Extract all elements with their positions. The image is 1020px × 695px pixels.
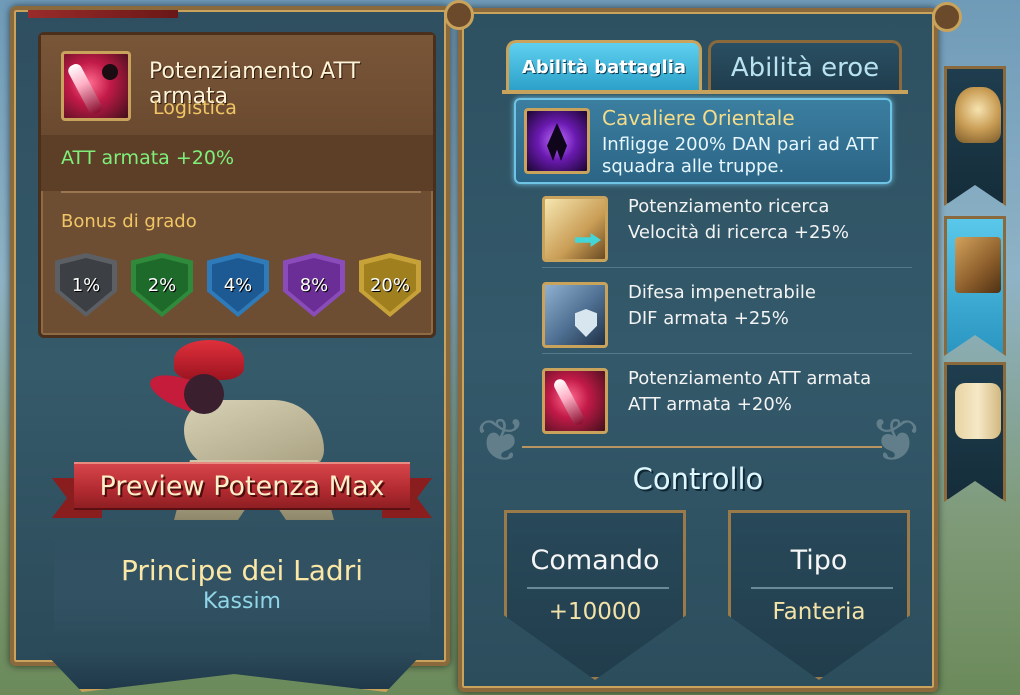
tab-battle-skills[interactable]: Abilità battaglia [506,40,702,92]
skill-row-name: Difesa impenetrabile [628,282,816,303]
skill-effect: ATT armata +20% [61,147,234,169]
tab-label: Abilità battaglia [521,57,687,78]
book-icon [542,196,608,262]
skill-effect-row: ATT armata +20% [41,135,433,191]
rank-shield-green: 2% [131,253,193,317]
skill-row[interactable]: Potenziamento ricerca Velocità di ricerc… [542,190,912,268]
panel-top-strip [28,10,178,18]
divider [61,191,421,193]
tab-underline [502,90,908,94]
rank-value: 2% [136,258,188,312]
panel-bottom-tail [44,652,424,692]
control-title: Controllo [632,462,764,496]
stat-value: Fanteria [772,599,866,625]
hero-title-box: Principe dei Ladri Kassim [54,540,430,632]
game-screen: Potenziamento ATT armata Logistica ATT a… [0,0,1020,695]
stat-command: Comando +10000 [504,510,686,680]
rank-shield-purple: 8% [283,253,345,317]
skill-row[interactable]: Difesa impenetrabile DIF armata +25% [542,276,912,354]
rank-shield-blue: 4% [207,253,269,317]
stat-value: +10000 [548,599,642,625]
rank-bonus-label: Bonus di grado [61,211,197,232]
blade-icon [542,368,608,434]
preview-button-label: Preview Potenza Max [74,462,410,510]
featured-skill-title: Cavaliere Orientale [602,106,795,130]
skill-row-name: Potenziamento ricerca [628,196,830,217]
skills-panel: Abilità battaglia Abilità eroe Cavaliere… [458,8,938,692]
rank-value: 8% [288,258,340,312]
side-tab-skills[interactable] [944,216,1006,356]
skill-row-name: Potenziamento ATT armata [628,368,872,389]
rank-shield-gold: 20% [359,253,421,317]
skill-info-card: Potenziamento ATT armata Logistica ATT a… [38,32,436,338]
helmet-icon [955,87,1001,143]
book-icon [955,237,1001,293]
corner-ornament-icon [932,2,962,32]
rank-shield-gray: 1% [55,253,117,317]
stat-divider [527,587,669,589]
tab-hero-skills[interactable]: Abilità eroe [708,40,902,92]
scroll-icon [955,383,1001,439]
corner-ornament-icon [444,0,474,30]
blade-icon [61,51,131,121]
stat-label: Comando [530,545,660,576]
skill-row-effect: Velocità di ricerca +25% [628,222,849,243]
shield-knight-icon [542,282,608,348]
skill-row-effect: DIF armata +25% [628,308,789,329]
featured-skill[interactable]: Cavaliere Orientale Infligge 200% DAN pa… [514,98,892,184]
skill-row[interactable]: Potenziamento ATT armata ATT armata +20% [542,362,912,440]
stat-divider [751,587,893,589]
skill-header: Potenziamento ATT armata Logistica [41,35,433,135]
side-tab-hero[interactable] [944,66,1006,206]
hero-panel: Potenziamento ATT armata Logistica ATT a… [10,6,450,692]
tab-label: Abilità eroe [730,52,880,83]
side-tab-info[interactable] [944,362,1006,502]
rank-value: 1% [60,258,112,312]
hero-name: Kassim [203,589,281,614]
rank-value: 4% [212,258,264,312]
hero-title: Principe dei Ladri [120,554,363,587]
featured-skill-desc: Infligge 200% DAN pari ad ATT squadra al… [602,134,879,177]
skill-row-effect: ATT armata +20% [628,394,792,415]
skill-category: Logistica [153,97,237,119]
rank-bonus-row: 1% 2% 4% 8% 20% [55,253,425,317]
stat-label: Tipo [790,545,848,576]
rank-value: 20% [364,258,416,312]
ornament-divider [522,446,882,448]
stat-type: Tipo Fanteria [728,510,910,680]
dark-knight-icon [524,108,590,174]
preview-max-power-button[interactable]: Preview Potenza Max [52,458,432,518]
